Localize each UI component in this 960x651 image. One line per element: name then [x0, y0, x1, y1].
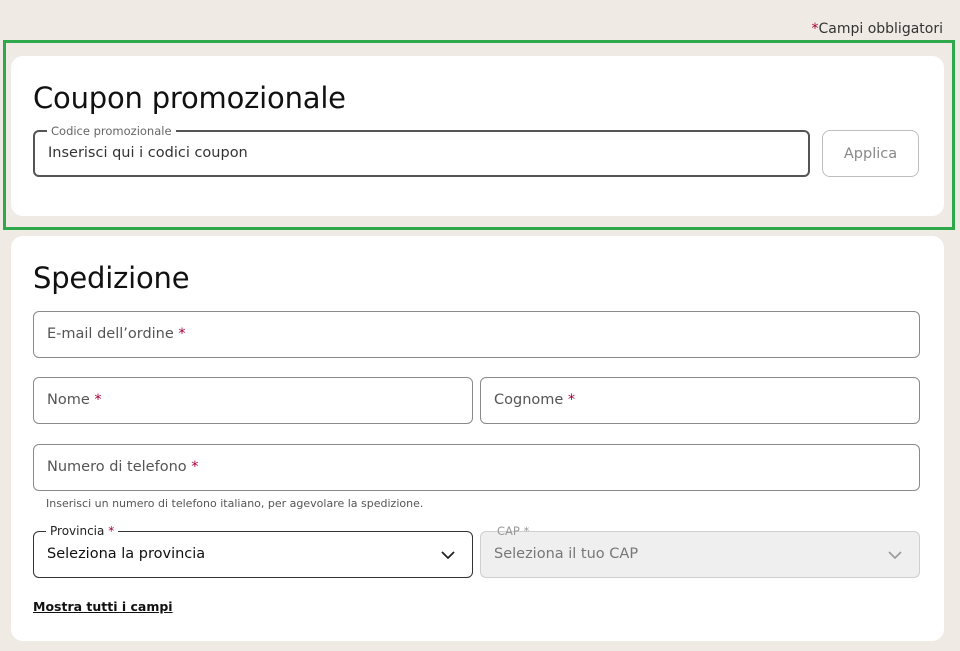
first-name-field[interactable]: Nome * — [33, 377, 473, 424]
chevron-down-icon — [888, 551, 902, 560]
phone-label: Numero di telefono * — [47, 459, 199, 475]
email-label: E-mail dell’ordine * — [47, 326, 186, 342]
apply-coupon-button[interactable]: Applica — [822, 130, 919, 177]
coupon-title: Coupon promozionale — [33, 81, 346, 115]
chevron-down-icon — [441, 551, 455, 560]
phone-helper-text: Inserisci un numero di telefono italiano… — [46, 497, 424, 510]
required-note-text: Campi obbligatori — [818, 21, 943, 37]
cap-value: Seleziona il tuo CAP — [494, 546, 639, 562]
first-name-label: Nome * — [47, 392, 102, 408]
province-label: Provincia * — [46, 524, 119, 538]
coupon-card: Coupon promozionale Codice promozionale … — [11, 56, 944, 216]
coupon-code-field[interactable]: Codice promozionale Inserisci qui i codi… — [33, 124, 810, 177]
required-fields-note: *Campi obbligatori — [811, 21, 943, 37]
shipping-title: Spedizione — [33, 261, 190, 295]
coupon-code-placeholder: Inserisci qui i codici coupon — [48, 145, 248, 161]
shipping-card: Spedizione E-mail dell’ordine * Nome * C… — [11, 236, 944, 641]
province-select[interactable]: Provincia * Seleziona la provincia — [33, 524, 473, 578]
phone-field[interactable]: Numero di telefono * — [33, 444, 920, 491]
province-value: Seleziona la provincia — [47, 546, 206, 562]
last-name-field[interactable]: Cognome * — [480, 377, 920, 424]
last-name-label: Cognome * — [494, 392, 576, 408]
email-field[interactable]: E-mail dell’ordine * — [33, 311, 920, 358]
coupon-code-label: Codice promozionale — [47, 124, 176, 138]
cap-select[interactable]: CAP * Seleziona il tuo CAP — [480, 524, 920, 578]
show-all-fields-link[interactable]: Mostra tutti i campi — [33, 599, 173, 614]
cap-label: CAP * — [497, 524, 530, 538]
